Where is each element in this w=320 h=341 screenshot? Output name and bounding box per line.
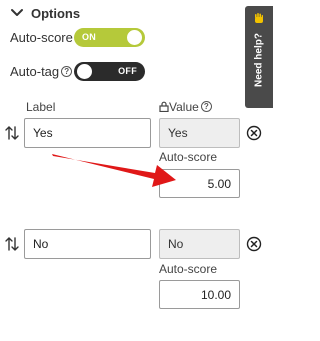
- auto-score-field-label: Auto-score: [159, 262, 218, 276]
- need-help-tab[interactable]: Need help?: [245, 6, 273, 108]
- need-help-label: Need help?: [253, 33, 265, 87]
- remove-option-icon[interactable]: [246, 236, 262, 252]
- option-value-field: No: [159, 229, 240, 259]
- option-label-input[interactable]: No: [24, 229, 151, 259]
- hand-icon: [255, 13, 263, 23]
- auto-score-input[interactable]: 10.00: [159, 280, 240, 309]
- reorder-icon[interactable]: [4, 236, 20, 252]
